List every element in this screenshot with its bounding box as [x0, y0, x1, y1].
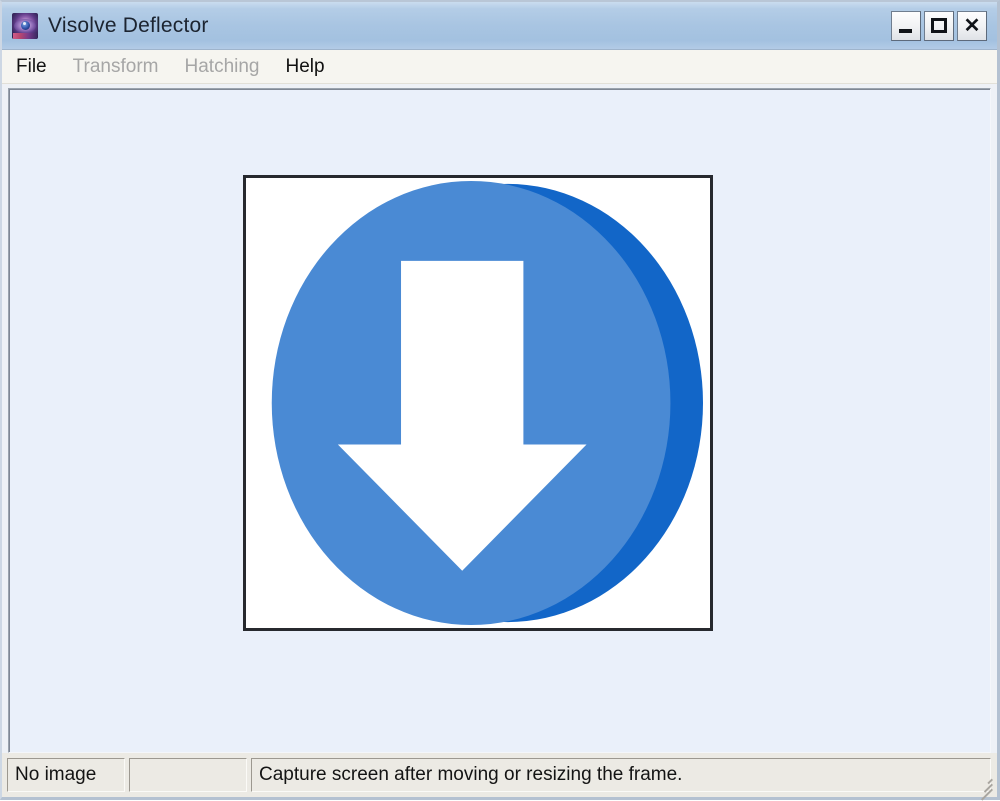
- application-window: Visolve Deflector ✕ File Transform Hatch…: [0, 0, 1000, 801]
- window-controls: ✕: [891, 11, 987, 41]
- title-bar[interactable]: Visolve Deflector ✕: [2, 2, 997, 50]
- maximize-icon: [931, 18, 947, 33]
- minimize-button[interactable]: [891, 11, 921, 41]
- status-message: Capture screen after moving or resizing …: [251, 758, 991, 792]
- close-button[interactable]: ✕: [957, 11, 987, 41]
- visolve-eye-icon: [12, 12, 38, 39]
- resize-grip[interactable]: [973, 773, 993, 801]
- captured-image-frame[interactable]: [243, 175, 713, 631]
- maximize-button[interactable]: [924, 11, 954, 41]
- status-bar: No image Capture screen after moving or …: [2, 753, 997, 801]
- download-arrow-image: [246, 178, 710, 628]
- menu-bar: File Transform Hatching Help: [2, 50, 997, 84]
- minimize-icon: [899, 29, 912, 33]
- status-middle-panel: [129, 758, 247, 792]
- window-title: Visolve Deflector: [48, 13, 209, 37]
- menu-item-transform: Transform: [72, 55, 159, 77]
- menu-item-help[interactable]: Help: [286, 54, 337, 80]
- close-icon: ✕: [963, 15, 981, 37]
- status-image-state: No image: [7, 758, 125, 792]
- menu-item-file[interactable]: File: [16, 54, 59, 80]
- canvas-area[interactable]: [8, 88, 991, 753]
- menu-item-hatching: Hatching: [184, 55, 260, 77]
